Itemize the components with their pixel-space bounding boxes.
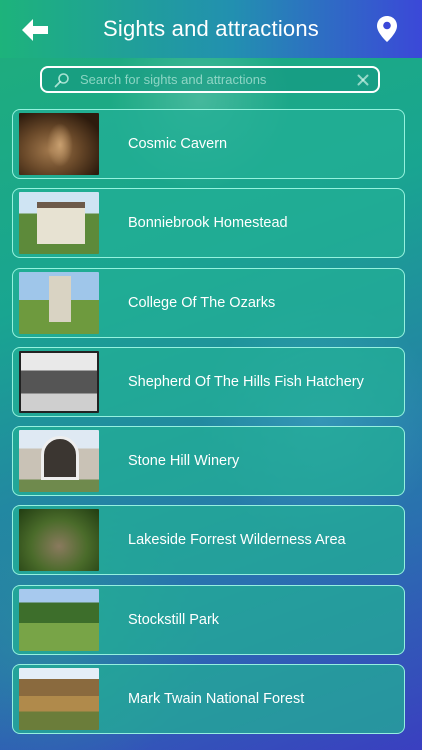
item-label: Shepherd Of The Hills Fish Hatchery (128, 373, 364, 390)
item-label: Stone Hill Winery (128, 453, 240, 470)
item-label: College Of The Ozarks (128, 294, 276, 311)
thumbnail-image (19, 430, 99, 493)
item-label: Cosmic Cavern (128, 136, 228, 152)
thumbnail-image (19, 113, 99, 175)
list-item[interactable]: Lakeside Forrest Wilderness Area (12, 505, 405, 576)
list-item[interactable]: College Of The Ozarks (12, 267, 405, 338)
list-item[interactable]: Stone Hill Winery (12, 426, 405, 497)
item-label: Bonniebrook Homestead (128, 215, 288, 232)
back-button[interactable] (20, 16, 50, 44)
thumbnail-image (19, 350, 99, 413)
list-item[interactable]: Bonniebrook Homestead (12, 188, 405, 259)
search-bar (40, 66, 380, 93)
map-pin-icon (377, 16, 397, 42)
list-item[interactable]: Stockstill Park (12, 584, 405, 655)
list-item[interactable]: Mark Twain National Forest (12, 664, 405, 735)
thumbnail-image (19, 668, 99, 731)
thumbnail-image (19, 588, 99, 651)
header-bar: Sights and attractions (0, 0, 422, 58)
map-button[interactable] (376, 15, 398, 43)
search-input[interactable] (78, 71, 357, 88)
clear-search-icon[interactable] (357, 74, 369, 86)
thumbnail-image (19, 271, 99, 334)
item-label: Stockstill Park (128, 611, 220, 628)
thumbnail-image (19, 192, 99, 255)
list-item[interactable]: Cosmic Cavern (12, 109, 405, 179)
item-label: Mark Twain National Forest (128, 691, 305, 708)
item-label: Lakeside Forrest Wilderness Area (128, 532, 346, 549)
search-icon (54, 72, 69, 87)
attractions-list: Cosmic Cavern Bonniebrook Homestead Coll… (12, 109, 406, 743)
list-item[interactable]: Shepherd Of The Hills Fish Hatchery (12, 346, 405, 417)
back-arrow-icon (22, 19, 48, 41)
page-title: Sights and attractions (103, 16, 319, 41)
thumbnail-image (19, 509, 99, 572)
